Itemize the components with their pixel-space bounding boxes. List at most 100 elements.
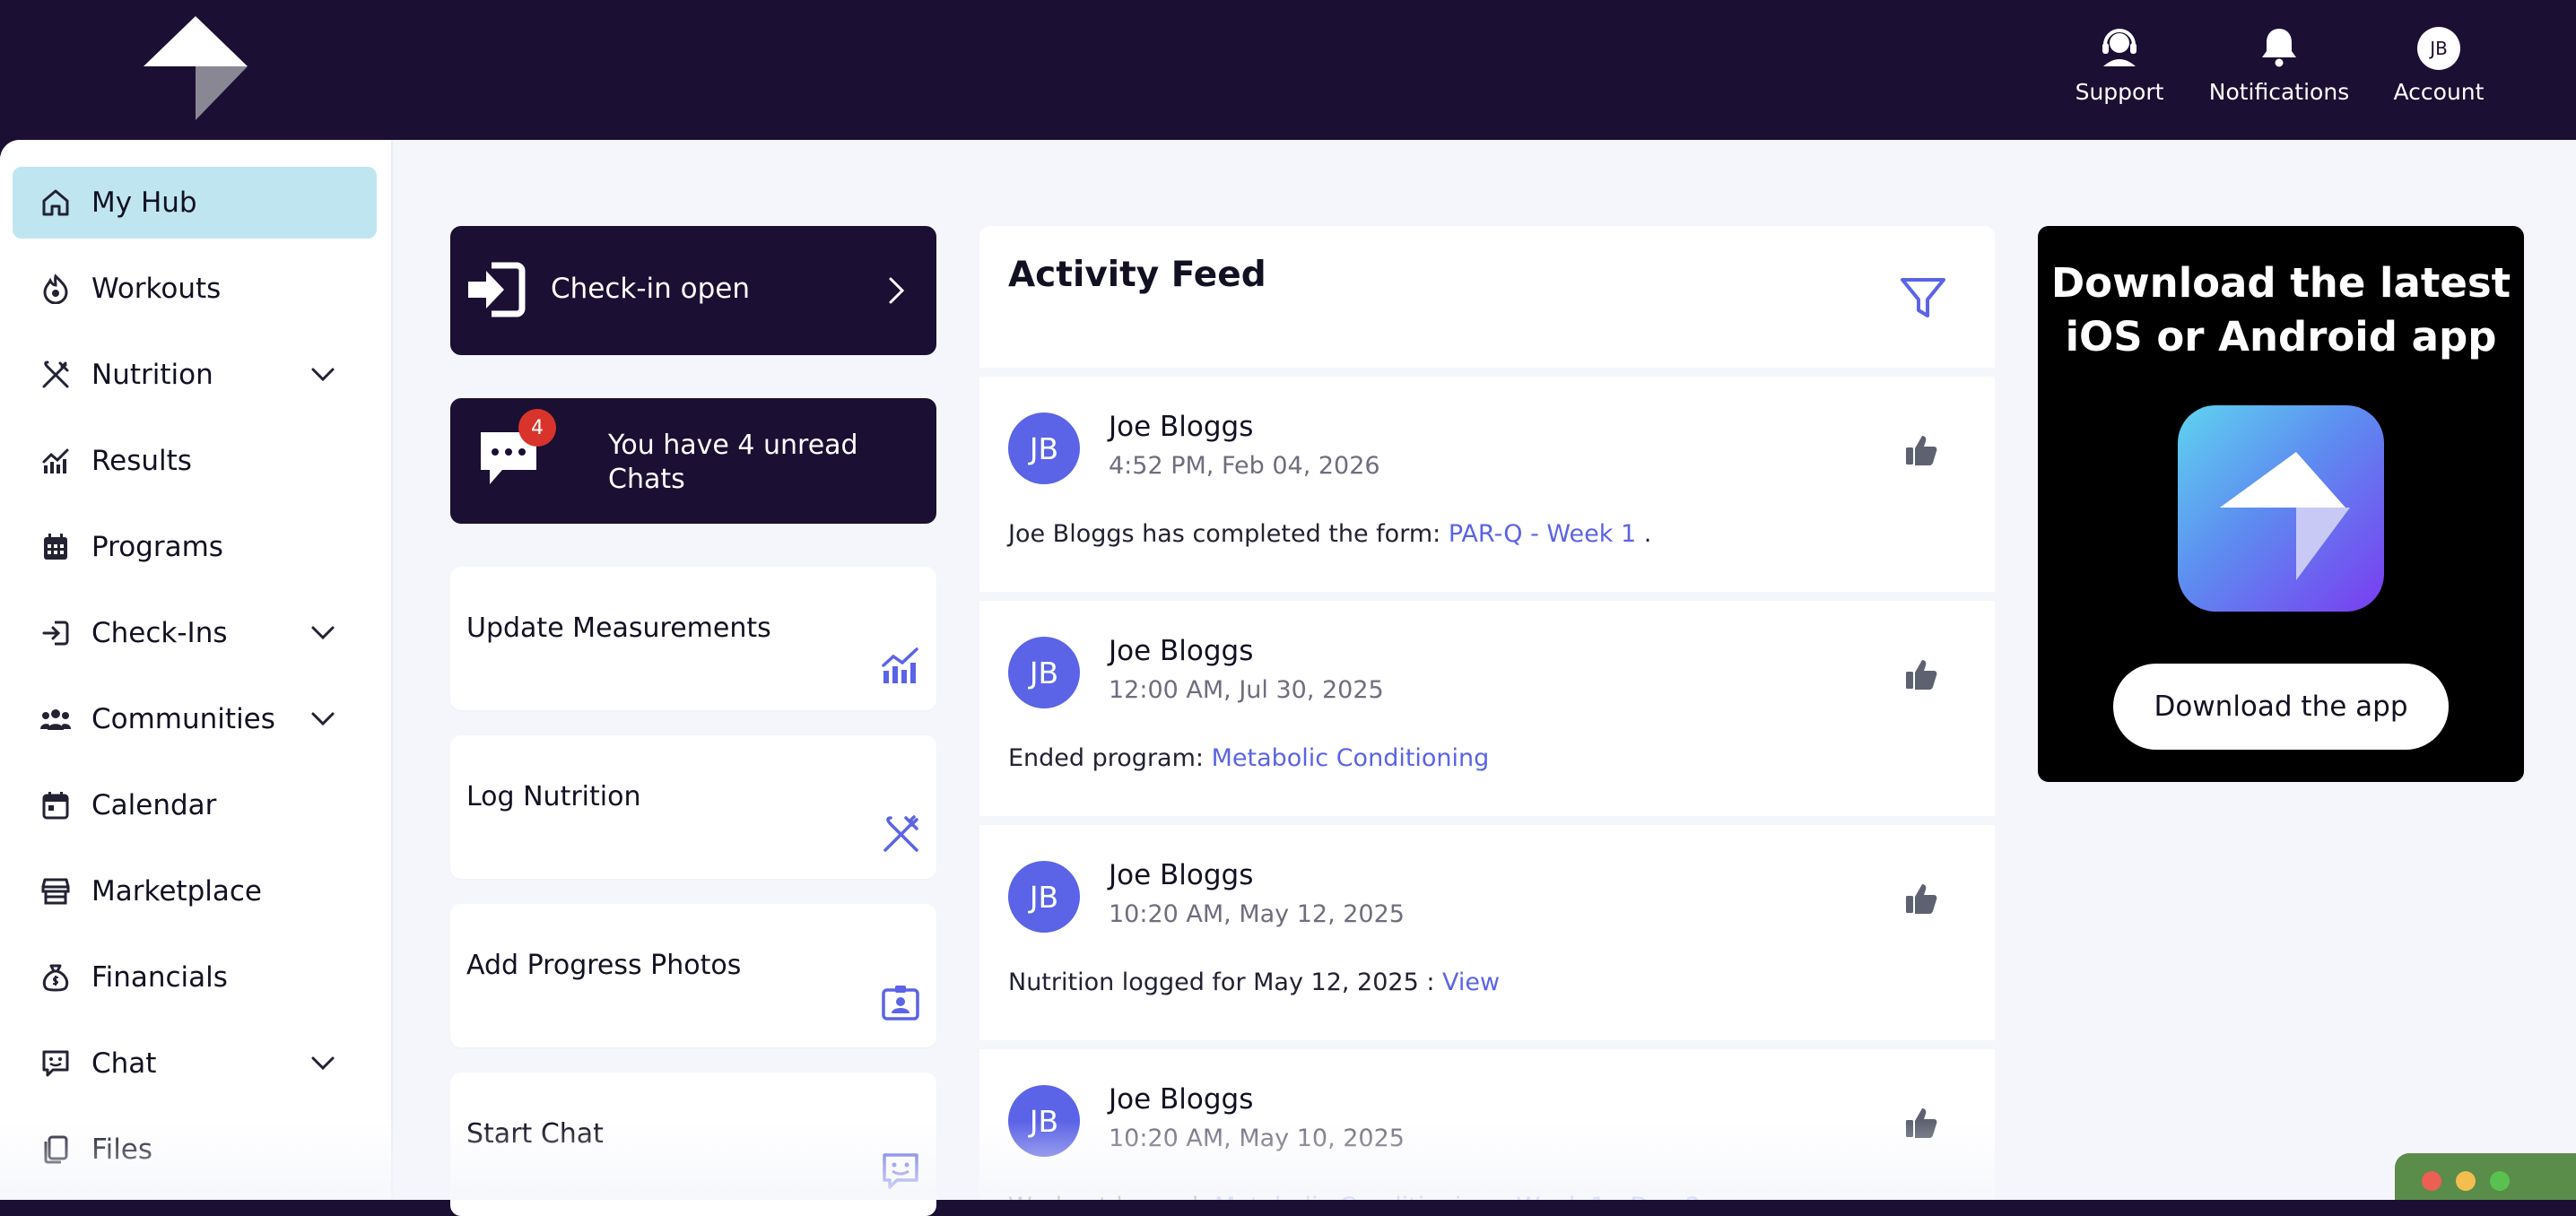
sidebar-item-files[interactable]: Files — [13, 1114, 377, 1186]
feed-item-name: Joe Bloggs — [1109, 859, 1254, 891]
main-area: My Hub Workouts Nutrition Results Progra… — [0, 140, 2576, 1216]
chat-icon — [38, 1046, 74, 1081]
sidebar-item-label: Programs — [91, 531, 223, 563]
chevron-down-icon[interactable] — [305, 357, 341, 393]
sidebar-item-chat[interactable]: Chat — [13, 1028, 377, 1099]
log-nutrition-label: Log Nutrition — [466, 781, 641, 812]
check-in-open-button[interactable]: Check-in open — [450, 226, 936, 355]
feed-item-link[interactable]: PAR-Q - Week 1 — [1449, 520, 1636, 548]
bell-icon — [2254, 22, 2304, 72]
sign-in-icon — [38, 615, 74, 651]
thumbs-up-icon[interactable] — [1903, 881, 1939, 916]
calendar-grid-icon — [38, 529, 74, 565]
home-icon — [38, 185, 74, 221]
feed-item-link[interactable]: Metabolic Conditioning - Week 1 - Day 2 — [1214, 1193, 1701, 1200]
feed-item-time: 10:20 AM, May 10, 2025 — [1109, 1125, 1405, 1152]
app-download-promo: Download the latest iOS or Android app D… — [2038, 226, 2524, 782]
sidebar-item-nutrition[interactable]: Nutrition — [13, 339, 377, 411]
cutlery-icon — [883, 815, 918, 852]
thumbs-up-icon[interactable] — [1903, 432, 1939, 468]
account-button[interactable]: JB Account — [2363, 22, 2515, 111]
avatar[interactable]: JB — [1008, 1085, 1080, 1157]
sidebar-item-marketplace[interactable]: Marketplace — [13, 856, 377, 927]
feed-title: Activity Feed — [1008, 255, 1266, 295]
log-nutrition-button[interactable]: Log Nutrition — [450, 735, 936, 879]
sidebar-item-workouts[interactable]: Workouts — [13, 253, 377, 325]
chevron-down-icon[interactable] — [305, 1046, 341, 1081]
top-bar: Support Notifications JB Account — [0, 0, 2576, 140]
feed-item-suffix: . — [1636, 520, 1652, 548]
sidebar-item-label: Nutrition — [91, 359, 213, 391]
update-measurements-button[interactable]: Update Measurements — [450, 567, 936, 710]
sidebar-item-label: Workouts — [91, 273, 222, 305]
feed-item-link[interactable]: View — [1442, 968, 1500, 996]
files-icon — [38, 1132, 74, 1168]
sidebar-item-calendar[interactable]: Calendar — [13, 769, 377, 841]
feed-item-time: 12:00 AM, Jul 30, 2025 — [1109, 676, 1384, 704]
minimized-window[interactable] — [2395, 1153, 2576, 1200]
sidebar-item-label: Results — [91, 445, 192, 477]
feed-item-body: Nutrition logged for May 12, 2025 : View — [1008, 968, 1500, 996]
account-avatar-wrap: JB — [2414, 22, 2464, 72]
filter-icon[interactable] — [1898, 273, 1948, 323]
sidebar-item-my-hub[interactable]: My Hub — [13, 167, 377, 239]
feed-item-text: Ended program: — [1008, 744, 1212, 772]
feed-item: JB Joe Bloggs 10:20 AM, May 12, 2025 Nut… — [979, 825, 1995, 1040]
support-label: Support — [2075, 79, 2164, 105]
sidebar-item-label: Communities — [91, 703, 275, 735]
measurements-chart-icon — [882, 647, 918, 683]
add-progress-photos-label: Add Progress Photos — [466, 950, 742, 981]
avatar[interactable]: JB — [1008, 861, 1080, 933]
unread-chats-button[interactable]: 4 You have 4 unread Chats — [450, 398, 936, 524]
chevron-down-icon[interactable] — [305, 615, 341, 651]
sidebar-item-label: Chat — [91, 1047, 157, 1080]
feed-item-body: Joe Bloggs has completed the form: PAR-Q… — [1008, 520, 1651, 548]
thumbs-up-icon[interactable] — [1903, 656, 1939, 692]
sidebar-item-results[interactable]: Results — [13, 425, 377, 497]
cutlery-icon — [38, 357, 74, 393]
account-avatar: JB — [2417, 27, 2460, 70]
download-app-button[interactable]: Download the app — [2113, 664, 2449, 750]
notifications-label: Notifications — [2208, 79, 2350, 105]
headset-icon — [2094, 22, 2145, 72]
avatar[interactable]: JB — [1008, 637, 1080, 708]
unread-chats-label: You have 4 unread Chats — [608, 430, 858, 495]
feed-item-link[interactable]: Metabolic Conditioning — [1212, 744, 1490, 772]
feed-item-text: Joe Bloggs has completed the form: — [1008, 520, 1449, 548]
feed-item-name: Joe Bloggs — [1109, 411, 1254, 443]
feed-item: JB Joe Bloggs 10:20 AM, May 10, 2025 Wor… — [979, 1049, 1995, 1200]
check-in-icon — [468, 262, 526, 317]
unread-badge: 4 — [518, 409, 556, 447]
start-chat-button[interactable]: Start Chat — [450, 1073, 936, 1216]
app-logo[interactable] — [142, 14, 249, 122]
notifications-button[interactable]: Notifications — [2203, 22, 2355, 111]
photo-id-icon — [882, 986, 919, 1021]
add-progress-photos-button[interactable]: Add Progress Photos — [450, 904, 936, 1047]
sidebar-item-label: Financials — [91, 961, 228, 994]
chevron-down-icon[interactable] — [305, 701, 341, 737]
check-in-label: Check-in open — [551, 273, 751, 305]
thumbs-up-icon[interactable] — [1903, 1105, 1939, 1141]
sidebar-item-financials[interactable]: Financials — [13, 942, 377, 1013]
chart-icon — [38, 443, 74, 479]
promo-title: Download the latest iOS or Android app — [2050, 259, 2511, 360]
maximize-dot[interactable] — [2490, 1171, 2510, 1191]
support-button[interactable]: Support — [2043, 22, 2196, 111]
feed-item-name: Joe Bloggs — [1109, 1083, 1254, 1116]
sidebar-item-programs[interactable]: Programs — [13, 511, 377, 583]
sidebar-item-label: My Hub — [91, 187, 197, 219]
feed-item-body: Ended program: Metabolic Conditioning — [1008, 744, 1489, 772]
feed-item-name: Joe Bloggs — [1109, 635, 1254, 667]
avatar[interactable]: JB — [1008, 413, 1080, 484]
sidebar-item-check-ins[interactable]: Check-Ins — [13, 597, 377, 669]
sidebar-item-communities[interactable]: Communities — [13, 683, 377, 755]
start-chat-label: Start Chat — [466, 1118, 604, 1150]
feed-item-time: 10:20 AM, May 12, 2025 — [1109, 900, 1405, 928]
close-dot[interactable] — [2422, 1171, 2441, 1191]
feed-item: JB Joe Bloggs 12:00 AM, Jul 30, 2025 End… — [979, 601, 1995, 816]
feed-item: JB Joe Bloggs 4:52 PM, Feb 04, 2026 Joe … — [979, 377, 1995, 592]
sidebar-item-label: Files — [91, 1133, 153, 1166]
feed-item-text: Workout logged: — [1008, 1193, 1214, 1200]
app-store-icon — [2178, 405, 2384, 612]
minimize-dot[interactable] — [2456, 1171, 2476, 1191]
